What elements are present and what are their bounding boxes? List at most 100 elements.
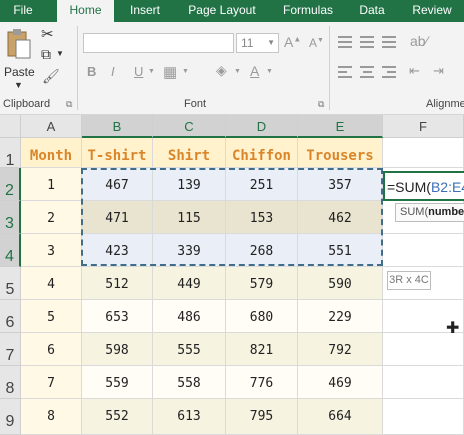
row-header-7[interactable]: 7 — [0, 333, 21, 366]
row-header-3[interactable]: 3 — [0, 201, 21, 234]
font-launcher-icon[interactable]: ⧉ — [318, 99, 324, 110]
copy-dropdown-icon[interactable]: ▼ — [56, 49, 64, 58]
table-cell[interactable]: 229 — [298, 300, 383, 333]
table-cell[interactable]: 7 — [21, 366, 82, 399]
table-cell[interactable]: 449 — [153, 267, 226, 300]
table-cell-empty[interactable] — [383, 234, 464, 267]
row-header-5[interactable]: 5 — [0, 267, 21, 300]
table-cell[interactable]: 251 — [226, 168, 298, 201]
tab-insert[interactable]: Insert — [120, 0, 170, 22]
row-header-4[interactable]: 4 — [0, 234, 21, 267]
column-header-c[interactable]: C — [153, 115, 226, 138]
table-header-cell[interactable]: Trousers — [298, 138, 383, 168]
middle-align-icon[interactable] — [360, 36, 374, 51]
column-header-e[interactable]: E — [298, 115, 383, 138]
table-cell[interactable]: 4 — [21, 267, 82, 300]
table-cell[interactable]: 462 — [298, 201, 383, 234]
table-cell[interactable]: 2 — [21, 201, 82, 234]
fill-color-icon[interactable]: ◈ — [216, 62, 227, 79]
select-all-corner[interactable] — [0, 115, 21, 138]
table-header-cell[interactable]: T-shirt — [82, 138, 153, 168]
tab-review[interactable]: Review — [404, 0, 460, 22]
align-left-icon[interactable] — [338, 66, 352, 81]
bottom-align-icon[interactable] — [382, 36, 396, 51]
increase-indent-icon[interactable]: ⇥ — [433, 63, 444, 79]
table-cell[interactable]: 115 — [153, 201, 226, 234]
font-size-dropdown-icon[interactable]: ▼ — [267, 38, 275, 47]
table-cell[interactable]: 579 — [226, 267, 298, 300]
table-cell[interactable]: 5 — [21, 300, 82, 333]
table-cell[interactable]: 680 — [226, 300, 298, 333]
table-header-cell[interactable]: Shirt — [153, 138, 226, 168]
table-cell[interactable]: 486 — [153, 300, 226, 333]
table-cell[interactable]: 339 — [153, 234, 226, 267]
paste-dropdown-icon[interactable]: ▼ — [14, 80, 23, 90]
row-header-1[interactable]: 1 — [0, 138, 21, 169]
function-tooltip[interactable]: SUM(numbe — [395, 203, 464, 222]
table-cell[interactable]: 139 — [153, 168, 226, 201]
table-cell[interactable]: 613 — [153, 399, 226, 435]
table-cell[interactable]: 1 — [21, 168, 82, 201]
decrease-indent-icon[interactable]: ⇤ — [409, 63, 420, 79]
table-cell[interactable]: 590 — [298, 267, 383, 300]
fill-color-dropdown-icon[interactable]: ▼ — [234, 68, 241, 75]
underline-button[interactable]: U — [134, 64, 143, 79]
font-color-dropdown-icon[interactable]: ▼ — [266, 68, 273, 75]
grow-font-icon[interactable]: A▲ — [284, 34, 301, 50]
row-header-2[interactable]: 2 — [0, 168, 21, 201]
italic-button[interactable]: I — [111, 64, 115, 79]
column-header-d[interactable]: D — [226, 115, 298, 138]
borders-icon[interactable]: ▦ — [163, 63, 177, 81]
table-header-cell[interactable]: Month — [21, 138, 82, 168]
table-cell[interactable]: 558 — [153, 366, 226, 399]
copy-icon[interactable]: ⧉ — [41, 46, 51, 63]
cell-edit-formula[interactable]: =SUM(B2:E4 — [383, 171, 464, 201]
table-cell[interactable]: 8 — [21, 399, 82, 435]
top-align-icon[interactable] — [338, 36, 352, 51]
underline-dropdown-icon[interactable]: ▼ — [148, 68, 155, 75]
table-cell[interactable]: 153 — [226, 201, 298, 234]
table-cell[interactable]: 268 — [226, 234, 298, 267]
align-center-icon[interactable] — [360, 66, 374, 81]
cut-icon[interactable]: ✂ — [41, 25, 54, 43]
table-cell[interactable]: 664 — [298, 399, 383, 435]
font-size-input[interactable]: 11 ▼ — [236, 33, 279, 53]
shrink-font-icon[interactable]: A▼ — [309, 36, 324, 50]
table-cell[interactable]: 559 — [82, 366, 153, 399]
tab-home[interactable]: Home — [57, 0, 114, 23]
row-header-9[interactable]: 9 — [0, 399, 21, 435]
table-cell[interactable]: 469 — [298, 366, 383, 399]
orientation-icon[interactable]: ab⁄ — [410, 33, 428, 49]
table-cell[interactable]: 3 — [21, 234, 82, 267]
paste-icon[interactable] — [5, 28, 33, 60]
tab-page-layout[interactable]: Page Layout — [178, 0, 266, 22]
clipboard-launcher-icon[interactable]: ⧉ — [66, 99, 72, 110]
table-cell[interactable]: 776 — [226, 366, 298, 399]
table-cell[interactable]: 792 — [298, 333, 383, 366]
font-name-input[interactable] — [83, 33, 234, 53]
tab-formulas[interactable]: Formulas — [274, 0, 342, 22]
paste-button[interactable]: Paste — [4, 65, 35, 79]
table-cell[interactable]: 555 — [153, 333, 226, 366]
tab-file[interactable]: File — [0, 0, 46, 22]
tab-data[interactable]: Data — [352, 0, 392, 22]
column-header-a[interactable]: A — [21, 115, 82, 138]
align-right-icon[interactable] — [382, 66, 396, 81]
bold-button[interactable]: B — [87, 64, 96, 79]
column-header-b[interactable]: B — [82, 115, 153, 138]
table-cell[interactable]: 795 — [226, 399, 298, 435]
table-header-cell[interactable]: Chiffon — [226, 138, 298, 168]
table-cell[interactable]: 551 — [298, 234, 383, 267]
table-cell[interactable]: 423 — [82, 234, 153, 267]
font-color-icon[interactable]: A — [250, 63, 259, 79]
borders-dropdown-icon[interactable]: ▼ — [182, 68, 189, 75]
row-header-6[interactable]: 6 — [0, 300, 21, 333]
table-cell[interactable]: 552 — [82, 399, 153, 435]
row-header-8[interactable]: 8 — [0, 366, 21, 399]
column-header-f[interactable]: F — [383, 115, 464, 138]
table-cell-empty[interactable] — [383, 366, 464, 399]
table-cell-empty[interactable] — [383, 399, 464, 435]
table-cell[interactable]: 357 — [298, 168, 383, 201]
table-cell[interactable]: 598 — [82, 333, 153, 366]
table-cell[interactable]: 467 — [82, 168, 153, 201]
